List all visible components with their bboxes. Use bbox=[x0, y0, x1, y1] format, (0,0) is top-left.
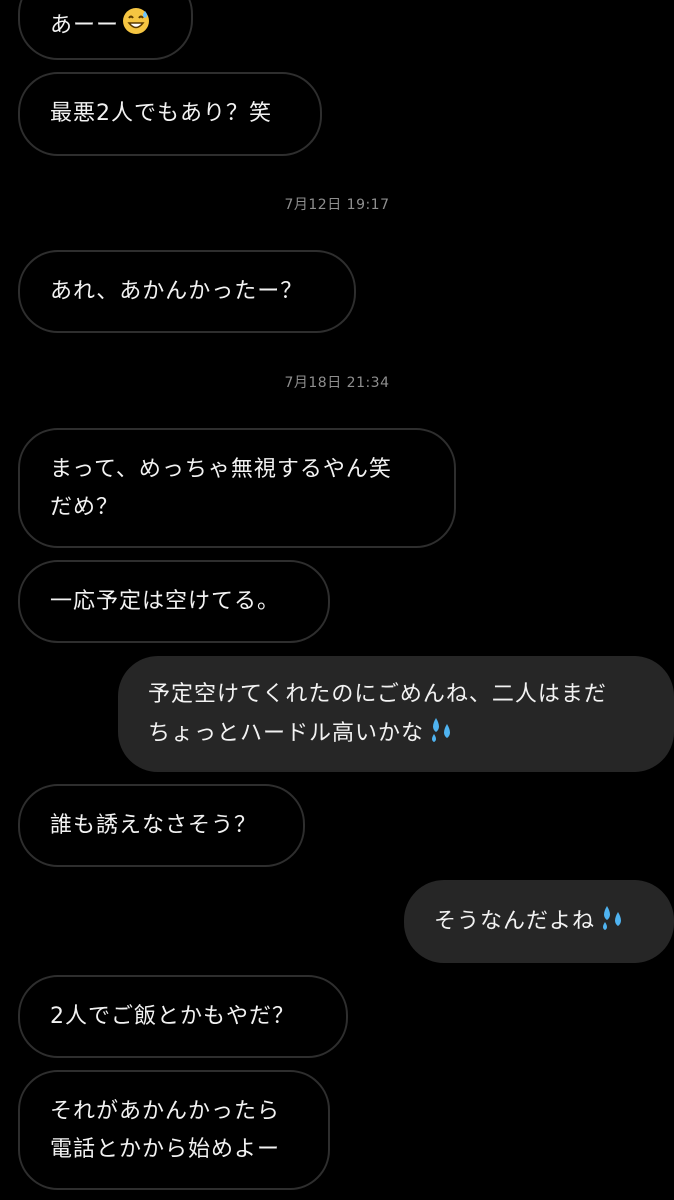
incoming-message[interactable]: まって、めっちゃ無視するやん笑 だめ？ bbox=[18, 428, 456, 548]
outgoing-message[interactable]: 予定空けてくれたのにごめんね、二人はまだ ちょっとハードル高いかな bbox=[118, 656, 674, 772]
incoming-message[interactable]: あーー bbox=[18, 0, 193, 60]
message-text: そうなんだよね bbox=[434, 909, 596, 934]
incoming-message[interactable]: 一応予定は空けてる。 bbox=[18, 560, 330, 643]
outgoing-message[interactable]: そうなんだよね bbox=[404, 880, 674, 963]
message-text: 一応予定は空けてる。 bbox=[50, 589, 281, 614]
message-text-line: それがあかんかったら bbox=[50, 1099, 281, 1124]
message-text: 2人でご飯とかもやだ？ bbox=[50, 1004, 295, 1029]
incoming-message[interactable]: それがあかんかったら 電話とかから始めよー bbox=[18, 1070, 330, 1190]
timestamp: 7月18日 21:34 bbox=[284, 375, 390, 391]
timestamp: 7月12日 19:17 bbox=[284, 197, 390, 213]
grinning-sweat-icon bbox=[121, 6, 151, 49]
message-text: 最悪2人でもあり？笑 bbox=[50, 101, 272, 126]
message-text-line: ちょっとハードル高いかな bbox=[148, 721, 425, 746]
message-text-line: まって、めっちゃ無視するやん笑 bbox=[50, 457, 392, 482]
sweat-droplets-icon bbox=[597, 902, 627, 945]
incoming-message[interactable]: あれ、あかんかったー？ bbox=[18, 250, 356, 333]
message-text: あれ、あかんかったー？ bbox=[50, 279, 304, 304]
incoming-message[interactable]: 2人でご飯とかもやだ？ bbox=[18, 975, 348, 1058]
message-text: あーー bbox=[50, 13, 120, 38]
message-text-line: だめ？ bbox=[50, 495, 120, 520]
sweat-droplets-icon bbox=[426, 714, 456, 757]
incoming-message[interactable]: 誰も誘えなさそう？ bbox=[18, 784, 305, 867]
message-text: 誰も誘えなさそう？ bbox=[50, 813, 258, 838]
message-text-line: 電話とかから始めよー bbox=[50, 1137, 281, 1162]
incoming-message[interactable]: 最悪2人でもあり？笑 bbox=[18, 72, 322, 156]
message-text-line: 予定空けてくれたのにごめんね、二人はまだ bbox=[148, 682, 607, 707]
